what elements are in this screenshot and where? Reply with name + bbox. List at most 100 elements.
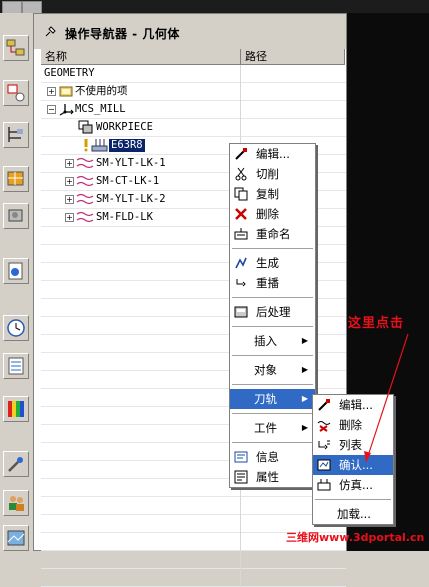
menu-item-label: 属性	[256, 470, 279, 484]
column-header-name[interactable]: 名称	[41, 49, 241, 65]
expand-icon[interactable]: +	[65, 159, 74, 168]
menu-item-label: 后处理	[256, 305, 291, 319]
tree-label: 不使用的项	[75, 85, 128, 97]
tree-label: SM-YLT-LK-2	[96, 193, 166, 205]
menu-item-label: 对象	[254, 363, 277, 377]
tree-row-workpiece[interactable]: WORKPIECE	[41, 119, 346, 137]
menu-item-cut[interactable]: 切削	[230, 164, 315, 184]
submenu-arrow-icon: ▶	[301, 394, 308, 403]
web-browser-icon[interactable]	[3, 258, 29, 284]
tree-row-unused[interactable]: + 不使用的项	[41, 83, 346, 101]
tree-row-geometry[interactable]: GEOMETRY	[41, 65, 346, 83]
tool-path-icon	[76, 156, 94, 173]
menu-item-label: 加载...	[337, 507, 371, 521]
tree-label: E63R8	[109, 139, 145, 152]
menu-item-label: 重命名	[256, 227, 291, 241]
menu-item-label: 切削	[256, 167, 279, 181]
menu-separator	[315, 499, 391, 500]
expand-icon[interactable]: +	[65, 213, 74, 222]
empty-row	[41, 551, 346, 569]
menu-separator	[232, 297, 313, 298]
operation-navigator-icon[interactable]	[3, 166, 29, 192]
menu-separator	[232, 326, 313, 327]
menu-item-label: 工件	[254, 421, 277, 435]
menu-separator	[232, 442, 313, 443]
annotation-text: 这里点击	[348, 316, 405, 331]
menu-item-copy[interactable]: 复制	[230, 184, 315, 204]
operation-icon	[91, 138, 109, 155]
menu-item-label: 信息	[256, 450, 279, 464]
menu-item-toolpath[interactable]: 刀轨 ▶	[230, 389, 315, 409]
tree-label: WORKPIECE	[96, 121, 153, 133]
menu-item-label: 复制	[256, 187, 279, 201]
submenu-item-load[interactable]: 加载...	[313, 504, 393, 524]
properties-icon	[234, 470, 248, 490]
pin-icon[interactable]	[43, 25, 57, 42]
constraint-navigator-icon[interactable]	[3, 80, 29, 106]
empty-row	[41, 497, 346, 515]
menu-item-workpiece[interactable]: 工件 ▶	[230, 418, 315, 438]
menu-separator	[232, 384, 313, 385]
menu-item-properties[interactable]: 属性	[230, 467, 315, 487]
submenu-arrow-icon: ▶	[301, 365, 308, 374]
palette-icon[interactable]	[3, 353, 29, 379]
menu-separator	[232, 248, 313, 249]
tree-label: SM-YLT-LK-1	[96, 157, 166, 169]
warning-icon	[81, 138, 91, 155]
navigator-title: 操作导航器 - 几何体	[65, 27, 180, 41]
annotation-arrow	[364, 333, 409, 463]
menu-item-label: 插入	[254, 334, 277, 348]
tree-label: SM-FLD-LK	[96, 211, 153, 223]
simulate-icon	[317, 478, 331, 498]
expand-icon[interactable]: +	[65, 195, 74, 204]
rename-icon	[234, 227, 248, 247]
resource-bar	[0, 13, 34, 551]
tree-row-mcs-mill[interactable]: − MCS_MILL	[41, 101, 346, 119]
navigator-title-bar: 操作导航器 - 几何体	[39, 21, 339, 43]
menu-item-label: 仿真...	[339, 478, 373, 492]
empty-row	[41, 569, 346, 587]
navigator-header: 操作导航器 - 几何体	[34, 14, 346, 49]
expand-icon[interactable]: +	[47, 87, 56, 96]
tool-path-icon	[76, 210, 94, 227]
menu-separator	[232, 355, 313, 356]
context-menu: 编辑... 切削 复制 删除 重命名 生成 重播 后处理 插入 ▶ 对象 ▶ 刀…	[229, 143, 316, 488]
collapse-icon[interactable]: −	[47, 105, 56, 114]
color-palette-icon[interactable]	[3, 396, 29, 422]
submenu-arrow-icon: ▶	[301, 423, 308, 432]
tool-path-icon	[76, 192, 94, 209]
postprocess-icon	[234, 305, 248, 325]
assembly-navigator-icon[interactable]	[3, 35, 29, 61]
top-bar	[0, 0, 429, 14]
tools-icon[interactable]	[3, 451, 29, 477]
menu-item-object[interactable]: 对象 ▶	[230, 360, 315, 380]
tree-label: SM-CT-LK-1	[96, 175, 160, 187]
menu-item-edit[interactable]: 编辑...	[230, 144, 315, 164]
menu-item-information[interactable]: 信息	[230, 447, 315, 467]
menu-item-postprocess[interactable]: 后处理	[230, 302, 315, 322]
machine-tool-navigator-icon[interactable]	[3, 203, 29, 229]
history-icon[interactable]	[3, 315, 29, 341]
roles-icon[interactable]	[3, 490, 29, 516]
folder-icon	[59, 84, 73, 101]
menu-item-replay[interactable]: 重播	[230, 273, 315, 293]
menu-item-delete[interactable]: 删除	[230, 204, 315, 224]
tool-path-icon	[76, 174, 94, 191]
expand-icon[interactable]: +	[65, 177, 74, 186]
column-header-path[interactable]: 路径	[241, 49, 345, 65]
menu-item-label: 重播	[256, 276, 279, 290]
menu-item-label: 生成	[256, 256, 279, 270]
menu-item-label: 删除	[256, 207, 279, 221]
tree-label: MCS_MILL	[75, 103, 126, 115]
submenu-arrow-icon: ▶	[301, 336, 308, 345]
menu-item-generate[interactable]: 生成	[230, 253, 315, 273]
menu-item-rename[interactable]: 重命名	[230, 224, 315, 244]
menu-separator	[232, 413, 313, 414]
tree-label: GEOMETRY	[44, 67, 95, 79]
workpiece-icon	[78, 120, 94, 137]
replay-icon	[234, 276, 248, 296]
menu-item-insert[interactable]: 插入 ▶	[230, 331, 315, 351]
menu-item-label: 刀轨	[254, 392, 277, 406]
system-scenes-icon[interactable]	[3, 525, 29, 551]
part-navigator-icon[interactable]	[3, 122, 29, 148]
